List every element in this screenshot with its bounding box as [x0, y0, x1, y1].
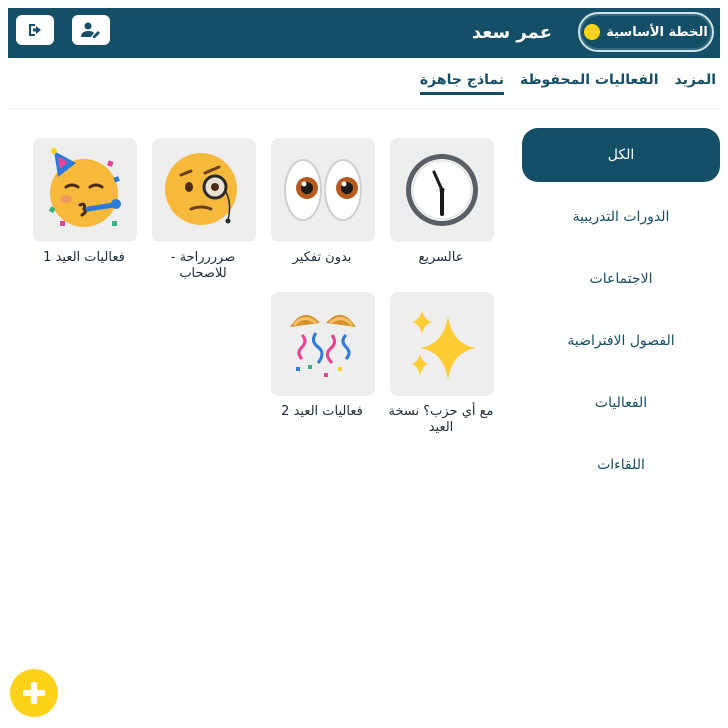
category-sidebar: الكل الدورات التدريبية الاجتماعات الفصول…	[522, 128, 720, 500]
tab-templates[interactable]: نماذج جاهزة	[419, 72, 504, 95]
template-card[interactable]: بدون تفكير	[269, 138, 375, 266]
category-virtual-classes[interactable]: الفصول الافتراضية	[522, 314, 720, 368]
category-all[interactable]: الكل	[522, 128, 720, 182]
tab-bar: نماذج جاهزة الفعاليات المحفوظة المزيد	[419, 72, 717, 95]
template-label: فعاليات العيد 1	[43, 250, 125, 265]
username: عمر سعد	[471, 22, 552, 43]
sparkles-icon	[412, 310, 476, 380]
template-label: مع أي حزب؟ نسخة العيد	[388, 404, 494, 435]
logout-button[interactable]	[16, 15, 54, 45]
category-events[interactable]: الفعاليات	[522, 376, 720, 430]
user-edit-icon	[81, 22, 100, 38]
template-card[interactable]: صرررراحة - للاصحاب	[150, 138, 256, 282]
logout-icon	[29, 24, 41, 36]
eyes-icon	[284, 159, 362, 221]
tab-divider	[8, 108, 720, 109]
party-face-icon	[48, 148, 121, 227]
category-training[interactable]: الدورات التدريبية	[522, 190, 720, 244]
template-label: عالسريع	[418, 250, 464, 265]
plan-button[interactable]: الخطة الأساسية	[578, 12, 714, 52]
top-bar: عمر سعد الخطة الأساسية	[8, 8, 720, 58]
template-label: فعاليات العيد 2	[281, 404, 363, 419]
add-button[interactable]	[10, 669, 58, 717]
confetti-ball-icon	[290, 314, 356, 377]
category-meetings[interactable]: الاجتماعات	[522, 252, 720, 306]
tab-saved-events[interactable]: الفعاليات المحفوظة	[520, 72, 659, 95]
tab-more[interactable]: المزيد	[675, 72, 717, 95]
template-card[interactable]: فعاليات العيد 1	[31, 138, 137, 266]
plan-status-icon	[584, 24, 601, 40]
plus-icon	[23, 682, 45, 704]
monocle-face-icon	[165, 153, 237, 225]
clock-icon	[406, 154, 478, 226]
template-card[interactable]: فعاليات العيد 2	[269, 292, 375, 420]
template-label: صرررراحة - للاصحاب	[170, 250, 236, 281]
edit-profile-button[interactable]	[72, 15, 110, 45]
template-label: بدون تفكير	[292, 250, 352, 265]
template-card[interactable]: مع أي حزب؟ نسخة العيد	[388, 292, 494, 436]
category-gatherings[interactable]: اللقاءات	[522, 438, 720, 492]
plan-label: الخطة الأساسية	[606, 24, 708, 40]
template-card[interactable]: عالسريع	[388, 138, 494, 266]
